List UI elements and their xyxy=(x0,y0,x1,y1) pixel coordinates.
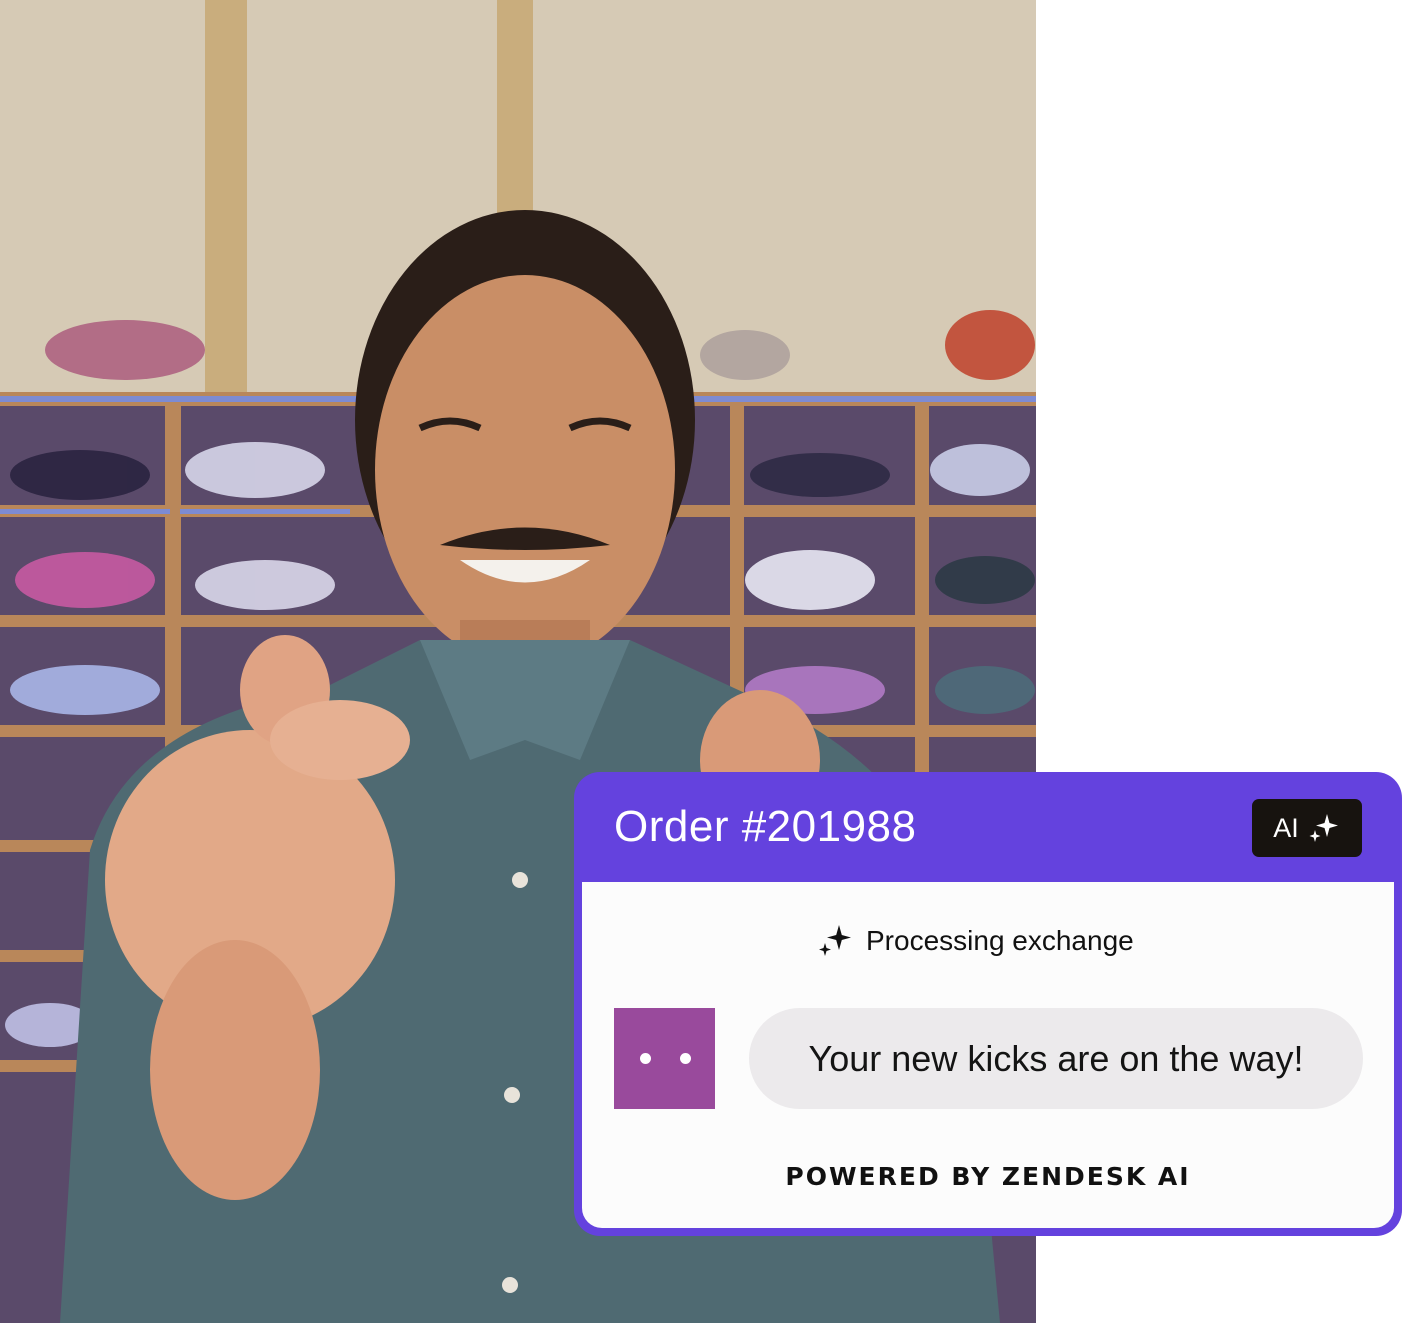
bot-eye xyxy=(680,1053,691,1064)
order-title: Order #201988 xyxy=(614,802,917,851)
card-body: Processing exchange Your new kicks are o… xyxy=(582,882,1394,1228)
bot-eye xyxy=(640,1053,651,1064)
message-bubble: Your new kicks are on the way! xyxy=(749,1008,1363,1109)
sparkle-icon xyxy=(819,925,851,956)
status-line: Processing exchange xyxy=(816,922,1134,960)
order-card: Order #201988 AI Processing exchange You… xyxy=(574,772,1402,1236)
bot-face-icon xyxy=(614,1008,715,1109)
sparkle-icon xyxy=(1309,814,1338,842)
ai-badge: AI xyxy=(1252,799,1362,857)
message-text: Your new kicks are on the way! xyxy=(808,1037,1304,1079)
status-text: Processing exchange xyxy=(866,925,1134,956)
ai-badge-label: AI xyxy=(1273,812,1299,843)
powered-by-footer: POWERED BY ZENDESK AI xyxy=(785,1162,1191,1191)
